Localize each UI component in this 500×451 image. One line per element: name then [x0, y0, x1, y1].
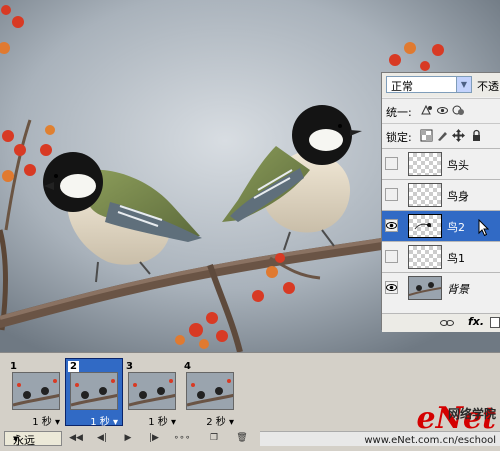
- mask-icon[interactable]: [490, 317, 500, 328]
- lock-all-icon[interactable]: [470, 129, 483, 142]
- unify-row: 统一:: [382, 98, 500, 123]
- layers-panel: 正常 ▼ 不透 统一: 锁定: 鸟头 鸟身 鸟2 鸟1 背景 fx.: [381, 72, 500, 332]
- animation-frame[interactable]: 1 1 秒 ▾: [8, 359, 64, 428]
- watermark-url: www.eNet.com.cn/eschool: [364, 435, 496, 446]
- bird-thumbnail-icon: [414, 223, 432, 230]
- eye-icon: [386, 222, 397, 229]
- opacity-label: 不透: [477, 80, 499, 93]
- blend-mode-value: 正常: [391, 80, 413, 93]
- animation-panel: 1 1 秒 ▾ 2 1 秒 ▾ 3 1 秒 ▾ 4 2 秒 ▾ 永远 ▼ ◀◀ …: [0, 352, 500, 451]
- blend-mode-row: 正常 ▼ 不透: [382, 73, 500, 97]
- lock-transparency-icon[interactable]: [420, 129, 433, 142]
- next-frame-icon[interactable]: |▶: [144, 431, 164, 446]
- tween-icon[interactable]: ∘∘∘: [172, 431, 192, 446]
- layer-thumbnail: [408, 214, 442, 238]
- animation-controls: 永远 ▼ ◀◀ ◀| ▶ |▶ ∘∘∘ ❐ 🗑: [0, 429, 280, 449]
- frame-delay-value: 2 秒: [206, 417, 226, 428]
- lock-row: 锁定:: [382, 123, 500, 148]
- lock-move-icon[interactable]: [452, 129, 465, 142]
- animation-frame[interactable]: 2 1 秒 ▾: [65, 358, 123, 428]
- frame-delay[interactable]: 1 秒 ▾: [124, 413, 176, 428]
- chevron-down-icon: ▼: [13, 435, 19, 443]
- frame-number: 2: [68, 361, 79, 372]
- unify-position-icon[interactable]: [420, 104, 433, 117]
- blend-mode-select[interactable]: 正常 ▼: [386, 76, 472, 93]
- mouse-cursor-icon: [478, 219, 490, 237]
- frame-number: 4: [184, 361, 191, 372]
- frame-thumbnail: [70, 372, 118, 410]
- frame-delay[interactable]: 2 秒 ▾: [182, 413, 234, 428]
- animation-frame[interactable]: 4 2 秒 ▾: [182, 359, 238, 428]
- layer-name: 鸟2: [447, 221, 465, 234]
- layer-thumbnail: [408, 276, 442, 300]
- frame-thumbnail: [128, 372, 176, 410]
- frame-delay-value: 1 秒: [90, 417, 110, 428]
- link-icon[interactable]: [440, 318, 454, 328]
- prev-frame-icon[interactable]: ◀|: [92, 431, 112, 446]
- photo-thumbnail-icon: [408, 282, 442, 296]
- visibility-toggle[interactable]: [385, 157, 398, 170]
- frame-delay[interactable]: 1 秒 ▾: [8, 413, 60, 428]
- lock-label: 锁定:: [386, 131, 412, 144]
- visibility-toggle[interactable]: [385, 250, 398, 263]
- unify-label: 统一:: [386, 106, 412, 119]
- lock-brush-icon[interactable]: [436, 129, 449, 142]
- layer-thumbnail: [408, 183, 442, 207]
- visibility-toggle[interactable]: [385, 219, 398, 232]
- loop-select[interactable]: 永远 ▼: [4, 431, 62, 447]
- duplicate-frame-icon[interactable]: ❐: [204, 431, 224, 446]
- unify-visibility-icon[interactable]: [436, 104, 449, 117]
- layer-name: 鸟头: [447, 159, 469, 172]
- frame-number: 3: [126, 361, 133, 372]
- layer-row-bird1[interactable]: 鸟1: [382, 241, 500, 272]
- trash-icon[interactable]: 🗑: [232, 431, 252, 446]
- play-icon[interactable]: ▶: [118, 431, 138, 446]
- layer-row-background[interactable]: 背景: [382, 272, 500, 303]
- unify-style-icon[interactable]: [452, 104, 465, 117]
- animation-frame[interactable]: 3 1 秒 ▾: [124, 359, 180, 428]
- frame-delay[interactable]: 1 秒 ▾: [66, 413, 118, 428]
- layer-name: 鸟1: [447, 252, 465, 265]
- layer-name: 背景: [447, 283, 469, 296]
- layer-row-head[interactable]: 鸟头: [382, 148, 500, 179]
- layer-row-bird2[interactable]: 鸟2: [382, 210, 500, 241]
- watermark-cn: 网络学院: [447, 407, 496, 421]
- visibility-toggle[interactable]: [385, 281, 398, 294]
- layer-name: 鸟身: [447, 190, 469, 203]
- visibility-toggle[interactable]: [385, 188, 398, 201]
- layer-thumbnail: [408, 152, 442, 176]
- chevron-down-icon[interactable]: ▼: [456, 77, 471, 92]
- first-frame-icon[interactable]: ◀◀: [66, 431, 86, 446]
- frame-thumbnail: [12, 372, 60, 410]
- layer-row-body[interactable]: 鸟身: [382, 179, 500, 210]
- frame-delay-value: 1 秒: [32, 417, 52, 428]
- layers-bottom-bar: fx.: [382, 313, 500, 332]
- layer-thumbnail: [408, 245, 442, 269]
- eye-icon: [386, 284, 397, 291]
- frame-delay-value: 1 秒: [148, 417, 168, 428]
- fx-button[interactable]: fx.: [468, 315, 484, 328]
- frame-thumbnail: [186, 372, 234, 410]
- frame-number: 1: [10, 361, 17, 372]
